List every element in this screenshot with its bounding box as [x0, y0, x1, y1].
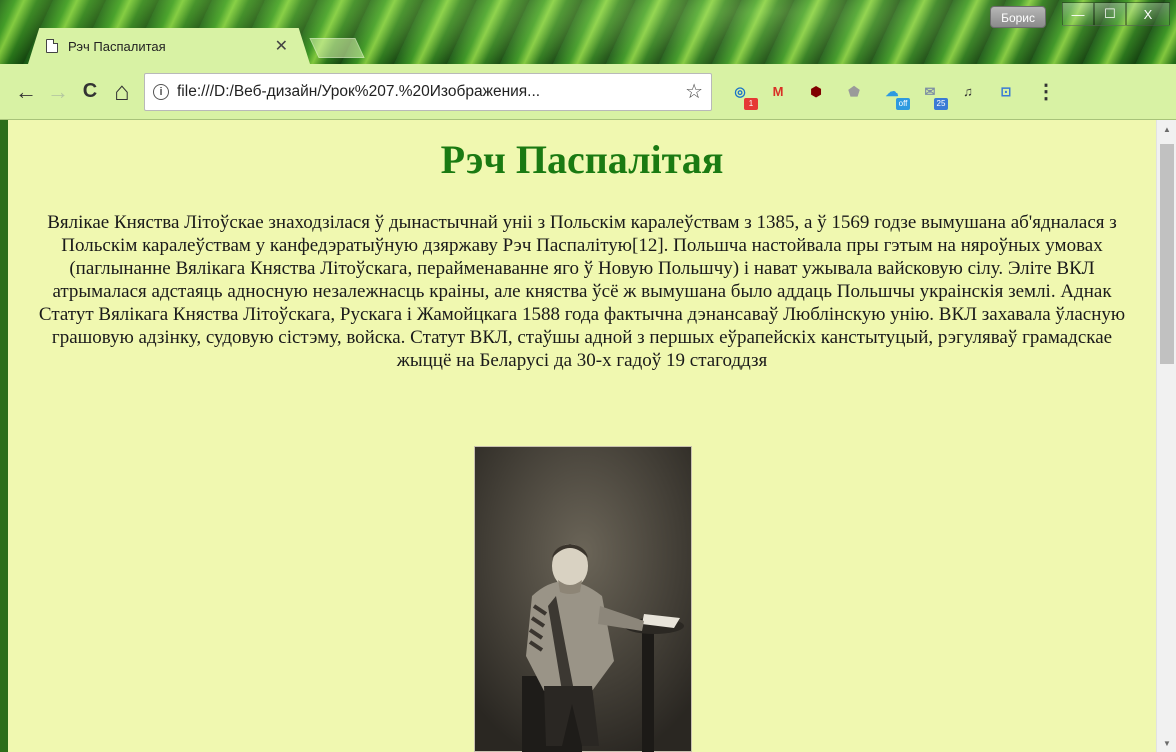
new-tab-button[interactable]	[309, 38, 365, 58]
music-extension-icon-glyph: ♫	[963, 84, 973, 99]
close-window-button[interactable]: X	[1126, 2, 1170, 26]
page-icon	[46, 39, 58, 53]
music-extension-icon[interactable]: ♫	[956, 80, 980, 104]
bookmark-star-icon[interactable]: ☆	[685, 79, 703, 104]
info-icon[interactable]: i	[153, 83, 169, 100]
window-controls: — ☐ X	[1062, 2, 1170, 26]
tab-close-icon[interactable]: ✕	[275, 36, 288, 56]
ublock-icon[interactable]: ⬢	[804, 80, 828, 104]
o-extension-icon-glyph: ◎	[734, 83, 746, 99]
reload-button[interactable]: C	[74, 76, 106, 108]
o-extension-icon[interactable]: ◎ 1	[728, 80, 758, 110]
scroll-up-arrow[interactable]: ▲	[1157, 120, 1176, 138]
gmail-icon-glyph: M	[772, 84, 784, 99]
cloud-extension-icon[interactable]: ☁ off	[880, 80, 910, 110]
back-button[interactable]: ←	[10, 76, 42, 108]
mail-extension-icon[interactable]: ✉ 25	[918, 80, 948, 110]
page-title: Рэч Паспалітая	[440, 137, 724, 182]
portrait-photo	[473, 445, 693, 752]
portrait-image	[473, 445, 693, 752]
translate-extension-icon[interactable]: ⊡	[994, 80, 1018, 104]
page-paragraph: Вялікае Княства Літоўскае знаходзілася ў…	[38, 212, 1126, 371]
extension-badge: 1	[744, 97, 758, 110]
page-content: Рэч Паспалітая Вялікае Княства Літоўскае…	[8, 120, 1156, 752]
tab-title: Рэч Паспалитая	[68, 38, 166, 54]
extension-badge: off	[896, 97, 910, 110]
url-text[interactable]: file:///D:/Веб-дизайн/Урок%207.%20Изобра…	[177, 83, 679, 101]
menu-icon[interactable]: ⋮	[1036, 79, 1056, 104]
mail-extension-icon-glyph: ✉	[924, 83, 936, 99]
shield-icon[interactable]: ⬟	[842, 80, 866, 104]
vertical-scrollbar[interactable]: ▲ ▼	[1156, 120, 1176, 752]
extensions-bar: ◎ 1 M ⬢ ⬟ ☁ off ✉ 25 ♫ ⊡	[728, 80, 1032, 110]
translate-extension-icon-glyph: ⊡	[1000, 83, 1012, 99]
shield-icon-glyph: ⬟	[848, 83, 860, 99]
scroll-down-arrow[interactable]: ▼	[1157, 734, 1176, 752]
scroll-thumb[interactable]	[1160, 144, 1174, 364]
forward-button[interactable]: →	[42, 76, 74, 108]
tab-active[interactable]: Рэч Паспалитая ✕	[28, 28, 310, 64]
minimize-button[interactable]: —	[1062, 2, 1094, 26]
profile-button[interactable]: Борис	[990, 6, 1046, 28]
maximize-button[interactable]: ☐	[1094, 2, 1126, 26]
address-bar[interactable]: i file:///D:/Веб-дизайн/Урок%207.%20Изоб…	[144, 72, 712, 111]
home-button[interactable]: ⌂	[106, 76, 138, 108]
extension-badge: 25	[934, 97, 948, 110]
ublock-icon-glyph: ⬢	[810, 83, 822, 99]
toolbar: ← → C ⌂ i file:///D:/Веб-дизайн/Урок%207…	[0, 64, 1176, 120]
window-border	[0, 120, 8, 752]
gmail-icon[interactable]: M	[766, 80, 790, 104]
